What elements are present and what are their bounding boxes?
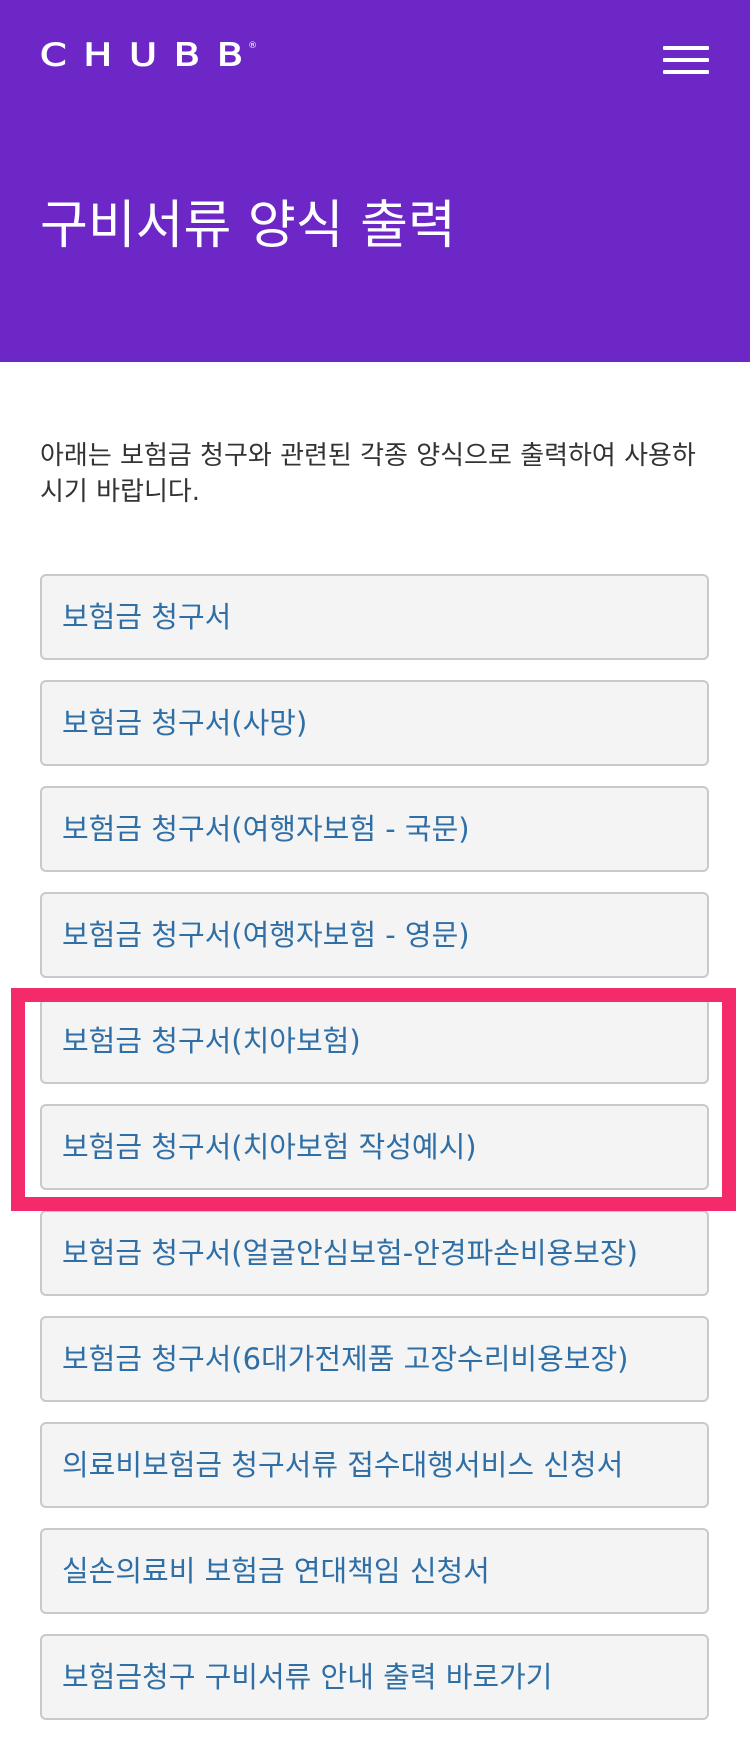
form-link-label: 보험금 청구서	[62, 600, 232, 634]
form-link-claim-dental[interactable]: 보험금 청구서(치아보험)	[40, 998, 709, 1084]
hamburger-menu-icon[interactable]	[663, 44, 709, 76]
form-link-label: 보험금 청구서(치아보험)	[62, 1024, 361, 1058]
chubb-logo[interactable]: CHUBB ®	[39, 36, 261, 76]
page: CHUBB ® 구비서류 양식 출력 아래는 보험금 청구와 관련된 각종 양식…	[0, 0, 750, 1756]
form-link-claim-travel-korean[interactable]: 보험금 청구서(여행자보험 - 국문)	[40, 786, 709, 872]
logo-wordmark: CHUBB	[39, 36, 261, 73]
form-link-label: 보험금 청구서(얼굴안심보험-안경파손비용보장)	[62, 1236, 638, 1270]
header: CHUBB ® 구비서류 양식 출력	[0, 0, 750, 362]
form-link-claim-glasses[interactable]: 보험금 청구서(얼굴안심보험-안경파손비용보장)	[40, 1210, 709, 1296]
intro-text: 아래는 보험금 청구와 관련된 각종 양식으로 출력하여 사용하시기 바랍니다.	[40, 441, 696, 507]
form-link-joint-liability[interactable]: 실손의료비 보험금 연대책임 신청서	[40, 1528, 709, 1614]
menu-bar-bottom	[663, 70, 709, 74]
form-link-claim-appliance[interactable]: 보험금 청구서(6대가전제품 고장수리비용보장)	[40, 1316, 709, 1402]
form-link-label: 보험금청구 구비서류 안내 출력 바로가기	[62, 1660, 553, 1694]
form-link-claim-travel-english[interactable]: 보험금 청구서(여행자보험 - 영문)	[40, 892, 709, 978]
form-link-label: 의료비보험금 청구서류 접수대행서비스 신청서	[62, 1448, 624, 1482]
form-link-label: 보험금 청구서(여행자보험 - 영문)	[62, 918, 470, 952]
page-title: 구비서류 양식 출력	[40, 196, 456, 256]
form-link-label: 보험금 청구서(사망)	[62, 706, 308, 740]
menu-bar-middle	[663, 58, 709, 62]
form-link-label: 실손의료비 보험금 연대책임 신청서	[62, 1554, 490, 1588]
form-link-document-guide[interactable]: 보험금청구 구비서류 안내 출력 바로가기	[40, 1634, 709, 1720]
form-link-label: 보험금 청구서(6대가전제품 고장수리비용보장)	[62, 1342, 629, 1376]
form-link-claim-death[interactable]: 보험금 청구서(사망)	[40, 680, 709, 766]
menu-bar-top	[663, 46, 709, 50]
form-link-medical-agency[interactable]: 의료비보험금 청구서류 접수대행서비스 신청서	[40, 1422, 709, 1508]
form-link-claim[interactable]: 보험금 청구서	[40, 574, 709, 660]
form-link-label: 보험금 청구서(치아보험 작성예시)	[62, 1130, 477, 1164]
form-link-label: 보험금 청구서(여행자보험 - 국문)	[62, 812, 470, 846]
form-link-claim-dental-example[interactable]: 보험금 청구서(치아보험 작성예시)	[40, 1104, 709, 1190]
